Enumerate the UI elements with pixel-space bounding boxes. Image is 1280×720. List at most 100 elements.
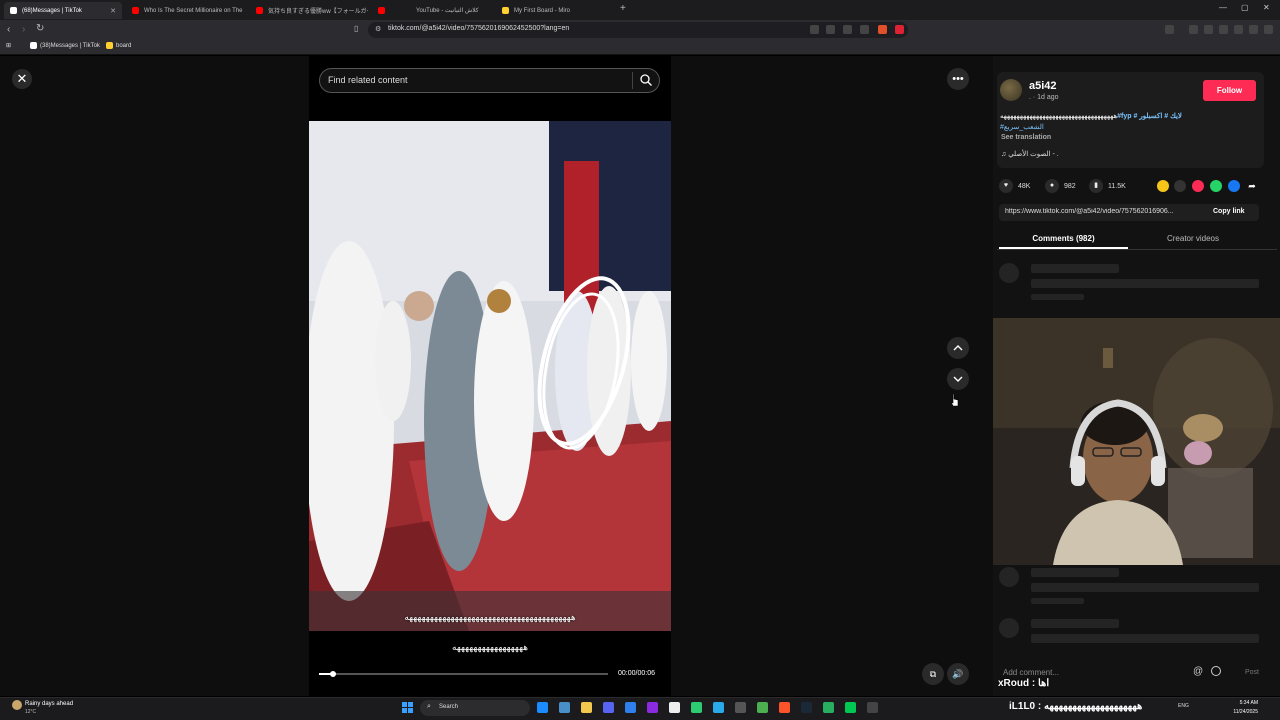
search-icon[interactable]	[639, 73, 653, 87]
comment-skeleton-line	[1031, 264, 1119, 273]
share-icon[interactable]	[860, 25, 869, 34]
sound-link[interactable]: ♫ الصوت الأصلي - .	[1001, 150, 1059, 158]
hashtags[interactable]: #fyp # لايك # اكسبلور	[1117, 113, 1182, 120]
github-icon[interactable]	[735, 702, 746, 713]
embed-icon[interactable]	[1174, 180, 1186, 192]
taskbar-search-box[interactable]	[420, 700, 530, 716]
miniplayer-icon[interactable]: ⧉	[922, 663, 944, 685]
video-progress-bar[interactable]	[319, 671, 608, 677]
extension-icon[interactable]	[1219, 25, 1228, 34]
reader-icon[interactable]	[1204, 25, 1213, 34]
tiktok-app-icon[interactable]	[669, 702, 680, 713]
hashtag-line-2[interactable]: #الشعب_سريع	[1000, 123, 1044, 131]
video-caption-line-2: هههههههههههههههههه	[452, 642, 528, 652]
share-link-text[interactable]: https://www.tiktok.com/@a5i42/video/7575…	[1005, 208, 1205, 215]
close-tab-icon[interactable]: ✕	[106, 7, 116, 15]
translate-icon[interactable]	[810, 25, 819, 34]
tab-youtube-1[interactable]: Who Is The Secret Millionaire on The	[126, 2, 246, 19]
video-player[interactable]	[309, 121, 671, 631]
like-count: 48K	[1018, 182, 1031, 190]
zoom-icon[interactable]	[843, 25, 852, 34]
send-to-friends-icon[interactable]	[1192, 180, 1204, 192]
telegram-icon[interactable]	[713, 702, 724, 713]
tab-creator-videos[interactable]: Creator videos	[1128, 234, 1258, 243]
like-button[interactable]: ♥ 48K	[999, 179, 1030, 193]
save-button[interactable]: ▮ 11.5K	[1089, 179, 1126, 193]
comment-skeleton-avatar	[999, 567, 1019, 587]
app-icon[interactable]	[867, 702, 878, 713]
minimize-icon[interactable]: —	[1219, 3, 1227, 12]
emoji-icon[interactable]	[1211, 666, 1221, 676]
tab-youtube-2[interactable]: 気持ち良すぎる優勝ww【フォールガイズ/ら	[250, 2, 368, 19]
volume-icon[interactable]: 🔊	[947, 663, 969, 685]
excel-icon[interactable]	[823, 702, 834, 713]
tab-label: 気持ち良すぎる優勝ww【フォールガイズ/ら	[268, 9, 368, 15]
comment-button[interactable]: ● 982	[1045, 179, 1076, 193]
brave-shield-icon[interactable]	[878, 25, 887, 34]
sidebar-icon[interactable]	[1165, 25, 1174, 34]
author-username[interactable]: a5i42	[1029, 80, 1057, 92]
more-options-icon[interactable]: •••	[947, 68, 969, 90]
copy-link-button[interactable]: Copy link	[1213, 208, 1245, 215]
close-video-button[interactable]: ✕	[12, 69, 32, 89]
vpn-icon[interactable]	[1249, 25, 1258, 34]
chrome-icon[interactable]	[757, 702, 768, 713]
avatar[interactable]	[1000, 79, 1022, 101]
see-translation-link[interactable]: See translation	[1001, 134, 1051, 141]
tab-comments[interactable]: Comments (982)	[999, 234, 1128, 243]
discord-icon[interactable]	[603, 702, 614, 713]
leo-icon[interactable]	[1234, 25, 1243, 34]
follow-button[interactable]: Follow	[1203, 80, 1256, 101]
comment-placeholder: Add comment...	[1003, 668, 1060, 677]
xbox-icon[interactable]	[691, 702, 702, 713]
weather-icon[interactable]	[12, 700, 22, 710]
maximize-icon[interactable]: ▢	[1241, 3, 1249, 12]
media-icon[interactable]	[1189, 25, 1198, 34]
repost-icon[interactable]	[1157, 180, 1169, 192]
webcam-overlay	[993, 318, 1280, 565]
brave-rewards-icon[interactable]	[895, 25, 904, 34]
window-close-icon[interactable]: ✕	[1263, 3, 1270, 12]
tab-youtube-4[interactable]: YouTube - كلاش التيانيت	[410, 2, 494, 19]
reload-icon[interactable]: ↻	[36, 23, 44, 34]
app-icon[interactable]	[625, 702, 636, 713]
facebook-icon[interactable]	[1228, 180, 1240, 192]
app-icon[interactable]	[647, 702, 658, 713]
tab-tiktok-messages[interactable]: (68)Messages | TikTok ✕	[4, 2, 122, 19]
whatsapp-icon[interactable]	[1210, 180, 1222, 192]
language-indicator[interactable]: ENG	[1178, 703, 1189, 709]
mail-icon[interactable]	[559, 702, 570, 713]
steam-icon[interactable]	[801, 702, 812, 713]
post-comment-button[interactable]: Post	[1245, 669, 1259, 676]
clock-time[interactable]: 5:34 AM	[1228, 700, 1258, 706]
clock-date[interactable]: 11/24/2025	[1228, 709, 1258, 715]
app-icon[interactable]	[845, 702, 856, 713]
search-placeholder: Find related content	[328, 75, 408, 85]
forward-icon[interactable]: ›	[22, 24, 25, 35]
tab-miro[interactable]: My First Board - Miro	[496, 2, 606, 19]
youtube-favicon-icon	[256, 7, 263, 14]
cast-icon[interactable]	[826, 25, 835, 34]
previous-video-button[interactable]	[947, 337, 969, 359]
back-icon[interactable]: ‹	[7, 24, 10, 35]
bookmark-tiktok[interactable]: (38)Messages | TikTok	[30, 42, 100, 49]
bookmark-icon[interactable]: ▯	[354, 24, 358, 33]
new-tab-button[interactable]: +	[620, 3, 626, 14]
brave-icon[interactable]	[779, 702, 790, 713]
search-divider	[632, 72, 633, 89]
tab-label: My First Board - Miro	[514, 7, 571, 14]
chevron-down-icon	[953, 376, 963, 382]
mention-icon[interactable]: @	[1193, 666, 1203, 677]
menu-icon[interactable]	[1264, 25, 1273, 34]
file-explorer-icon[interactable]	[581, 702, 592, 713]
share-arrow-icon[interactable]: ➦	[1246, 180, 1258, 192]
apps-grid-icon[interactable]: ⊞	[6, 42, 11, 49]
bookmark-board[interactable]: board	[106, 42, 131, 49]
tab-youtube-3[interactable]	[372, 2, 396, 19]
comment-count: 982	[1064, 182, 1076, 190]
windows-start-icon[interactable]	[402, 702, 413, 713]
next-video-button[interactable]	[947, 368, 969, 390]
tiktok-favicon-icon	[10, 7, 17, 14]
edge-icon[interactable]	[537, 702, 548, 713]
site-info-icon[interactable]: ⚙	[375, 25, 381, 33]
